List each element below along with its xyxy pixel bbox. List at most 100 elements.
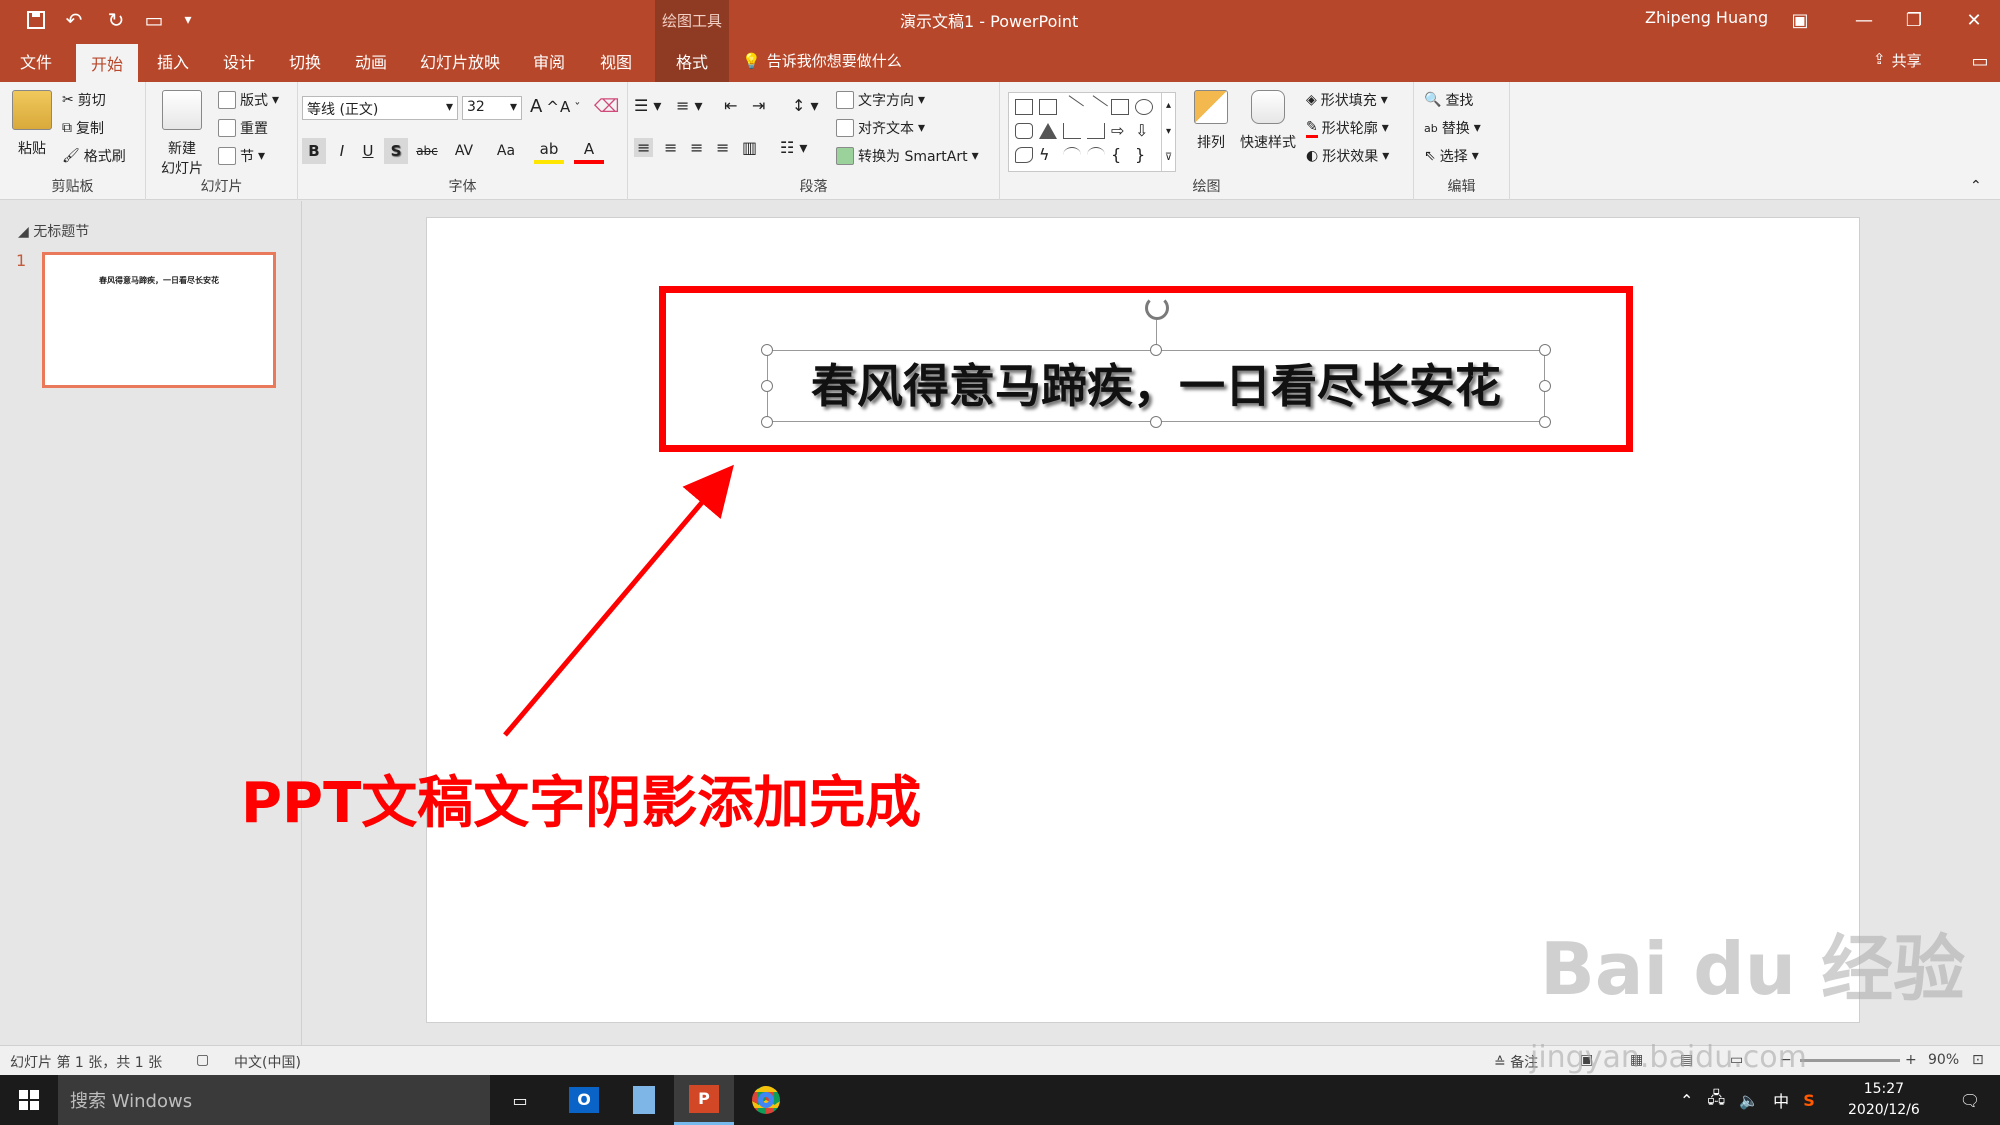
tab-transitions[interactable]: 切换 (278, 40, 332, 82)
shape-effects-button[interactable]: ◐ 形状效果 ▾ (1306, 146, 1389, 166)
decrease-indent-icon[interactable]: ⇤ (724, 96, 737, 115)
elbow-connector-shape-icon[interactable] (1063, 123, 1081, 139)
comments-icon[interactable]: ▭ (1950, 40, 2000, 82)
arrange-button[interactable]: 排列 (1190, 90, 1232, 152)
right-brace-shape-icon[interactable]: } (1135, 147, 1153, 163)
lightning-shape-icon[interactable]: ϟ (1039, 147, 1057, 163)
left-brace-shape-icon[interactable]: { (1111, 147, 1129, 163)
textbox-shape-icon[interactable] (1015, 99, 1033, 115)
curve-shape-icon[interactable] (1087, 147, 1105, 163)
undo-icon[interactable]: ↶ (58, 6, 90, 34)
shapes-gallery[interactable]: ⇨ ⇩ ϟ { } ▴ ▾ ⊽ (1008, 92, 1176, 172)
ribbon-display-options-icon[interactable]: ▣ (1770, 0, 1830, 40)
network-icon[interactable]: 🖧 (1707, 1087, 1725, 1114)
format-painter-button[interactable]: 🖌 格式刷 (62, 146, 126, 166)
tab-slideshow[interactable]: 幻灯片放映 (410, 40, 510, 82)
notepad-app-icon[interactable] (614, 1075, 674, 1125)
arrow-line-shape-icon[interactable] (1084, 95, 1108, 119)
find-button[interactable]: 🔍 查找 (1424, 90, 1473, 110)
collapse-ribbon-icon[interactable]: ⌃ (1970, 178, 1982, 194)
replace-button[interactable]: ab 替换 ▾ (1424, 118, 1481, 138)
increase-indent-icon[interactable]: ⇥ (752, 96, 765, 115)
highlight-color-icon[interactable]: ab (534, 138, 564, 164)
oval-shape-icon[interactable] (1135, 99, 1153, 115)
customize-qat-icon[interactable]: ▾ (172, 6, 204, 34)
clear-formatting-icon[interactable]: ⌫ (594, 96, 619, 117)
columns-icon[interactable]: ☷ ▾ (780, 138, 807, 157)
close-icon[interactable]: ✕ (1944, 0, 2000, 40)
justify-icon[interactable]: ≡ (716, 138, 729, 157)
outlook-app-icon[interactable]: O (554, 1075, 614, 1125)
tab-view[interactable]: 视图 (588, 40, 644, 82)
tab-insert[interactable]: 插入 (146, 40, 200, 82)
rotate-handle-icon[interactable] (1145, 296, 1169, 320)
numbering-icon[interactable]: ≡ ▾ (676, 96, 703, 115)
powerpoint-app-icon[interactable]: P (674, 1075, 734, 1125)
new-slide-button[interactable]: 新建 幻灯片 (154, 90, 210, 178)
tab-format[interactable]: 格式 (655, 40, 729, 82)
arc-shape-icon[interactable] (1063, 147, 1081, 163)
elbow-arrow-shape-icon[interactable] (1087, 123, 1105, 139)
language-status[interactable]: 中文(中国) (234, 1052, 301, 1072)
sogou-ime-icon[interactable]: S (1803, 1091, 1815, 1110)
text-shadow-button[interactable]: S (384, 138, 408, 164)
layout-button[interactable]: 版式 ▾ (218, 90, 279, 110)
shape-outline-button[interactable]: ✎ 形状轮廓 ▾ (1306, 118, 1389, 138)
tell-me-search[interactable]: 💡 告诉我你想要做什么 (742, 50, 902, 71)
paste-button[interactable]: 粘贴 (10, 90, 54, 158)
distributed-icon[interactable]: ▥ (742, 138, 757, 157)
align-center-icon[interactable]: ≡ (664, 138, 677, 157)
underline-button[interactable]: U (356, 138, 380, 164)
save-icon[interactable] (20, 6, 52, 34)
triangle-shape-icon[interactable] (1039, 123, 1057, 139)
user-name[interactable]: Zhipeng Huang (1645, 8, 1768, 27)
font-color-icon[interactable]: A (574, 138, 604, 164)
reset-button[interactable]: 重置 (218, 118, 268, 138)
slide-title-text[interactable]: 春风得意马蹄疾，一日看尽长安花 (767, 354, 1545, 418)
tab-animations[interactable]: 动画 (344, 40, 398, 82)
slide-thumbnail[interactable]: 春风得意马蹄疾，一日看尽长安花 (42, 252, 276, 388)
italic-button[interactable]: I (330, 138, 354, 164)
text-direction-button[interactable]: 文字方向 ▾ (836, 90, 925, 110)
rounded-rectangle-shape-icon[interactable] (1015, 123, 1033, 139)
tab-file[interactable]: 文件 (6, 40, 66, 82)
shape-fill-button[interactable]: ◈ 形状填充 ▾ (1306, 90, 1388, 110)
character-spacing-button[interactable]: AV (446, 138, 482, 164)
rectangle-shape-icon[interactable] (1111, 99, 1129, 115)
change-case-button[interactable]: Aa (488, 138, 524, 164)
vertical-textbox-shape-icon[interactable] (1039, 99, 1057, 115)
restore-icon[interactable]: ❐ (1884, 0, 1944, 40)
select-button[interactable]: ⇖ 选择 ▾ (1424, 146, 1479, 166)
share-button[interactable]: ⇪ 共享 (1873, 50, 1922, 71)
fit-slide-icon[interactable]: ⊡ (1972, 1052, 1984, 1068)
zoom-slider[interactable] (1800, 1059, 1900, 1062)
bold-button[interactable]: B (302, 138, 326, 164)
slide-canvas[interactable]: 春风得意马蹄疾，一日看尽长安花 PPT文稿文字阴影添加完成 (241, 217, 1860, 1023)
slideshow-from-start-icon[interactable]: ▭ (138, 6, 170, 34)
gallery-scroll-icon[interactable]: ▴ ▾ ⊽ (1161, 93, 1175, 171)
taskbar-search-box[interactable]: 搜索 Windows (58, 1075, 490, 1125)
ime-indicator[interactable]: 中 (1773, 1088, 1789, 1112)
zoom-in-icon[interactable]: + (1905, 1052, 1917, 1068)
bullets-icon[interactable]: ☰ ▾ (634, 96, 661, 115)
align-left-icon[interactable]: ≡ (634, 138, 654, 157)
volume-icon[interactable]: 🔈 (1739, 1091, 1759, 1110)
copy-button[interactable]: ⧉ 复制 (62, 118, 104, 138)
right-arrow-shape-icon[interactable]: ⇨ (1111, 123, 1129, 139)
redo-icon[interactable]: ↻ (100, 6, 132, 34)
freeform-shape-icon[interactable] (1015, 147, 1033, 163)
smartart-button[interactable]: 转换为 SmartArt ▾ (836, 146, 979, 166)
task-view-icon[interactable]: ▭ (490, 1075, 550, 1125)
action-center-icon[interactable]: 🗨 (1940, 1075, 2000, 1125)
taskbar-clock[interactable]: 15:27 2020/12/6 (1848, 1079, 1920, 1121)
quick-styles-button[interactable]: 快速样式 (1236, 90, 1300, 152)
tray-overflow-icon[interactable]: ⌃ (1680, 1091, 1693, 1110)
line-spacing-icon[interactable]: ↕ ▾ (792, 96, 819, 115)
line-shape-icon[interactable] (1060, 95, 1084, 119)
font-name-combo[interactable]: 等线 (正文) ▾ (302, 96, 458, 120)
tab-home[interactable]: 开始 (76, 44, 138, 82)
tab-design[interactable]: 设计 (212, 40, 266, 82)
spellcheck-icon[interactable]: ▢ (196, 1052, 209, 1068)
grow-font-icon[interactable]: A ^ (530, 96, 559, 117)
align-text-button[interactable]: 对齐文本 ▾ (836, 118, 925, 138)
